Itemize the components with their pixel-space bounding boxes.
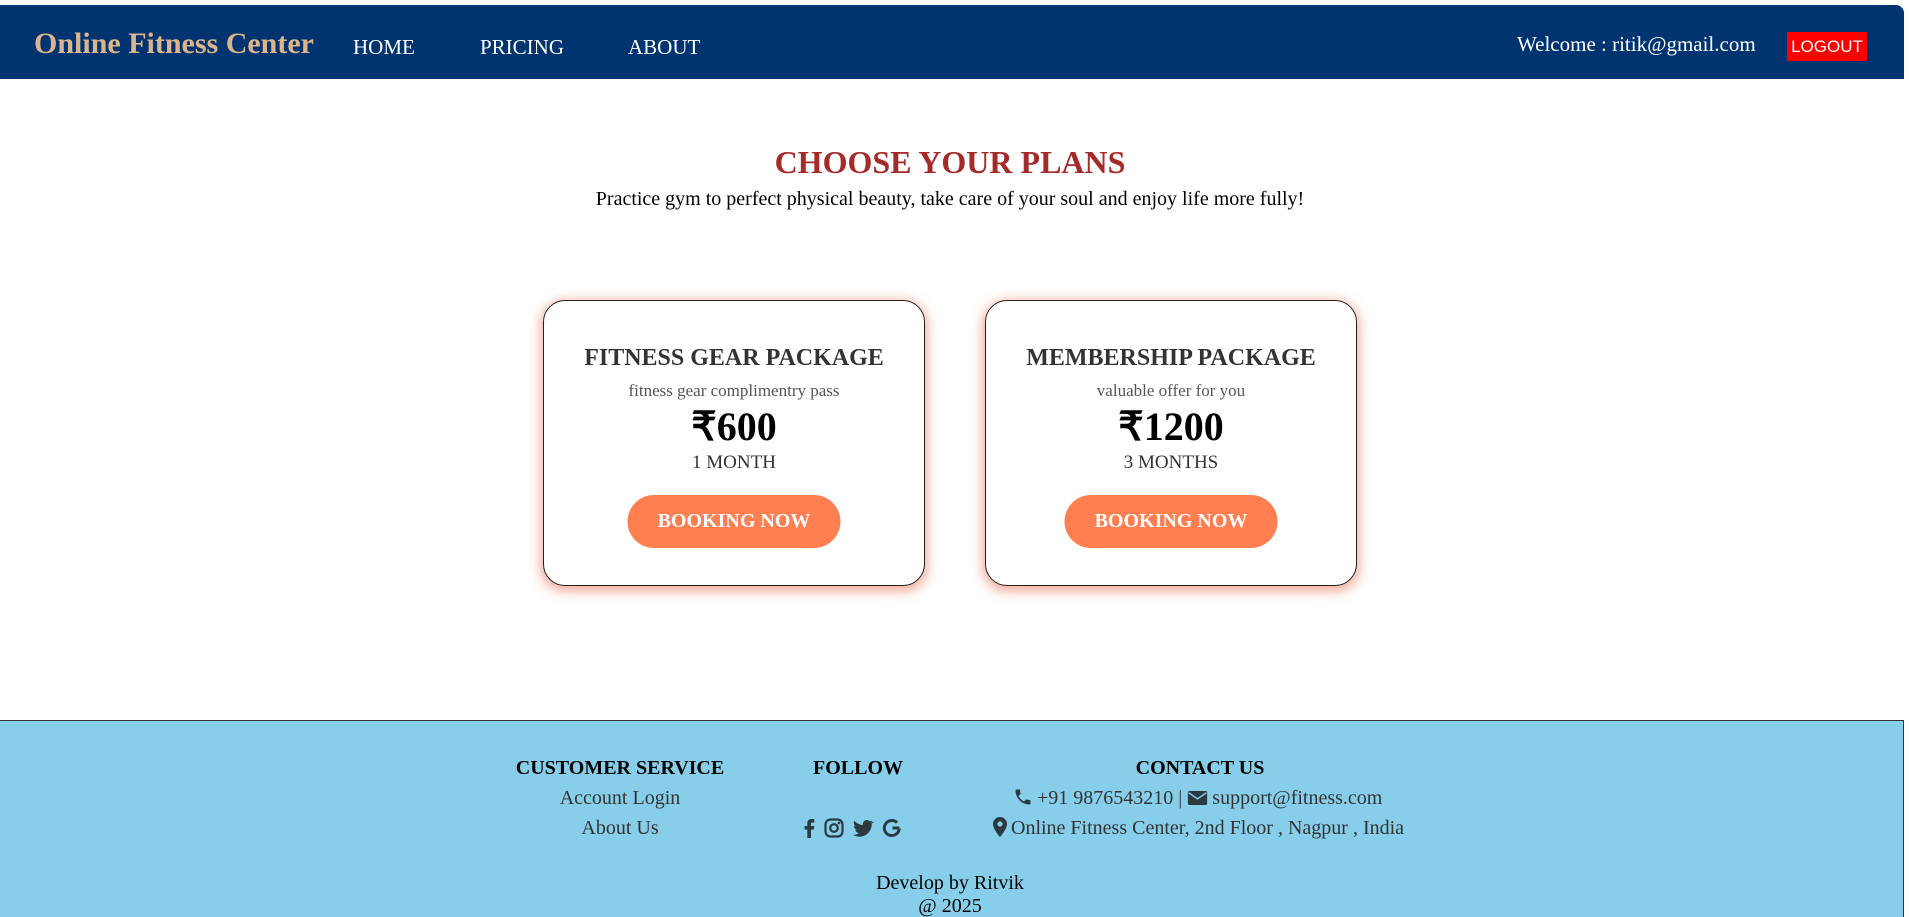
about-us-link[interactable]: About Us bbox=[515, 817, 725, 840]
twitter-icon[interactable] bbox=[851, 816, 875, 840]
booking-now-button[interactable]: BOOKING NOW bbox=[1064, 495, 1278, 548]
customer-service-heading: CUSTOMER SERVICE bbox=[515, 757, 725, 779]
plan-price: ₹600 bbox=[691, 404, 777, 449]
map-marker-icon bbox=[993, 817, 1007, 843]
phone-number: +91 9876543210 bbox=[1037, 787, 1174, 809]
plan-card-membership: MEMBERSHIP PACKAGE valuable offer for yo… bbox=[985, 300, 1357, 586]
booking-now-button[interactable]: BOOKING NOW bbox=[627, 495, 841, 548]
plan-duration: 1 MONTH bbox=[692, 452, 776, 473]
copyright-text: @ 2025 bbox=[918, 895, 982, 917]
plan-description: valuable offer for you bbox=[1096, 381, 1246, 400]
envelope-icon bbox=[1187, 789, 1208, 813]
follow-heading: FOLLOW bbox=[812, 757, 903, 779]
nav-pricing[interactable]: PRICING bbox=[480, 35, 564, 60]
address-text: Online Fitness Center, 2nd Floor , Nagpu… bbox=[1011, 817, 1405, 839]
contact-separator: | bbox=[1178, 787, 1183, 809]
brand-logo-text[interactable]: Online Fitness Center bbox=[34, 27, 314, 61]
plan-title: FITNESS GEAR PACKAGE bbox=[584, 345, 884, 371]
page: Online Fitness Center HOME PRICING ABOUT… bbox=[0, 0, 1909, 917]
contact-phone-row: +91 9876543210 | support@fitness.com bbox=[1013, 787, 1382, 813]
plans-subtitle: Practice gym to perfect physical beauty,… bbox=[595, 188, 1305, 210]
logout-button[interactable]: LOGOUT bbox=[1787, 32, 1867, 61]
nav-home[interactable]: HOME bbox=[353, 35, 415, 60]
instagram-icon[interactable] bbox=[822, 816, 846, 840]
plan-price: ₹1200 bbox=[1118, 404, 1224, 449]
plan-card-fitness-gear: FITNESS GEAR PACKAGE fitness gear compli… bbox=[543, 300, 925, 586]
contact-address-row: Online Fitness Center, 2nd Floor , Nagpu… bbox=[993, 817, 1404, 843]
support-email[interactable]: support@fitness.com bbox=[1212, 787, 1382, 809]
plan-title: MEMBERSHIP PACKAGE bbox=[1026, 345, 1316, 371]
google-icon[interactable] bbox=[880, 816, 904, 840]
nav-about[interactable]: ABOUT bbox=[628, 35, 700, 60]
plans-title: CHOOSE YOUR PLANS bbox=[774, 144, 1126, 180]
plan-duration: 3 MONTHS bbox=[1123, 452, 1219, 473]
account-login-link[interactable]: Account Login bbox=[515, 787, 725, 810]
plan-description: fitness gear complimentry pass bbox=[628, 381, 840, 400]
contact-us-heading: CONTACT US bbox=[1135, 757, 1265, 779]
developer-credit: Develop by Ritvik bbox=[876, 872, 1024, 894]
navbar: Online Fitness Center HOME PRICING ABOUT… bbox=[0, 5, 1904, 79]
phone-icon bbox=[1013, 787, 1033, 813]
footer: CUSTOMER SERVICE Account Login About Us … bbox=[0, 720, 1904, 917]
welcome-text: Welcome : ritik@gmail.com bbox=[1517, 32, 1756, 56]
facebook-icon[interactable] bbox=[797, 816, 821, 840]
